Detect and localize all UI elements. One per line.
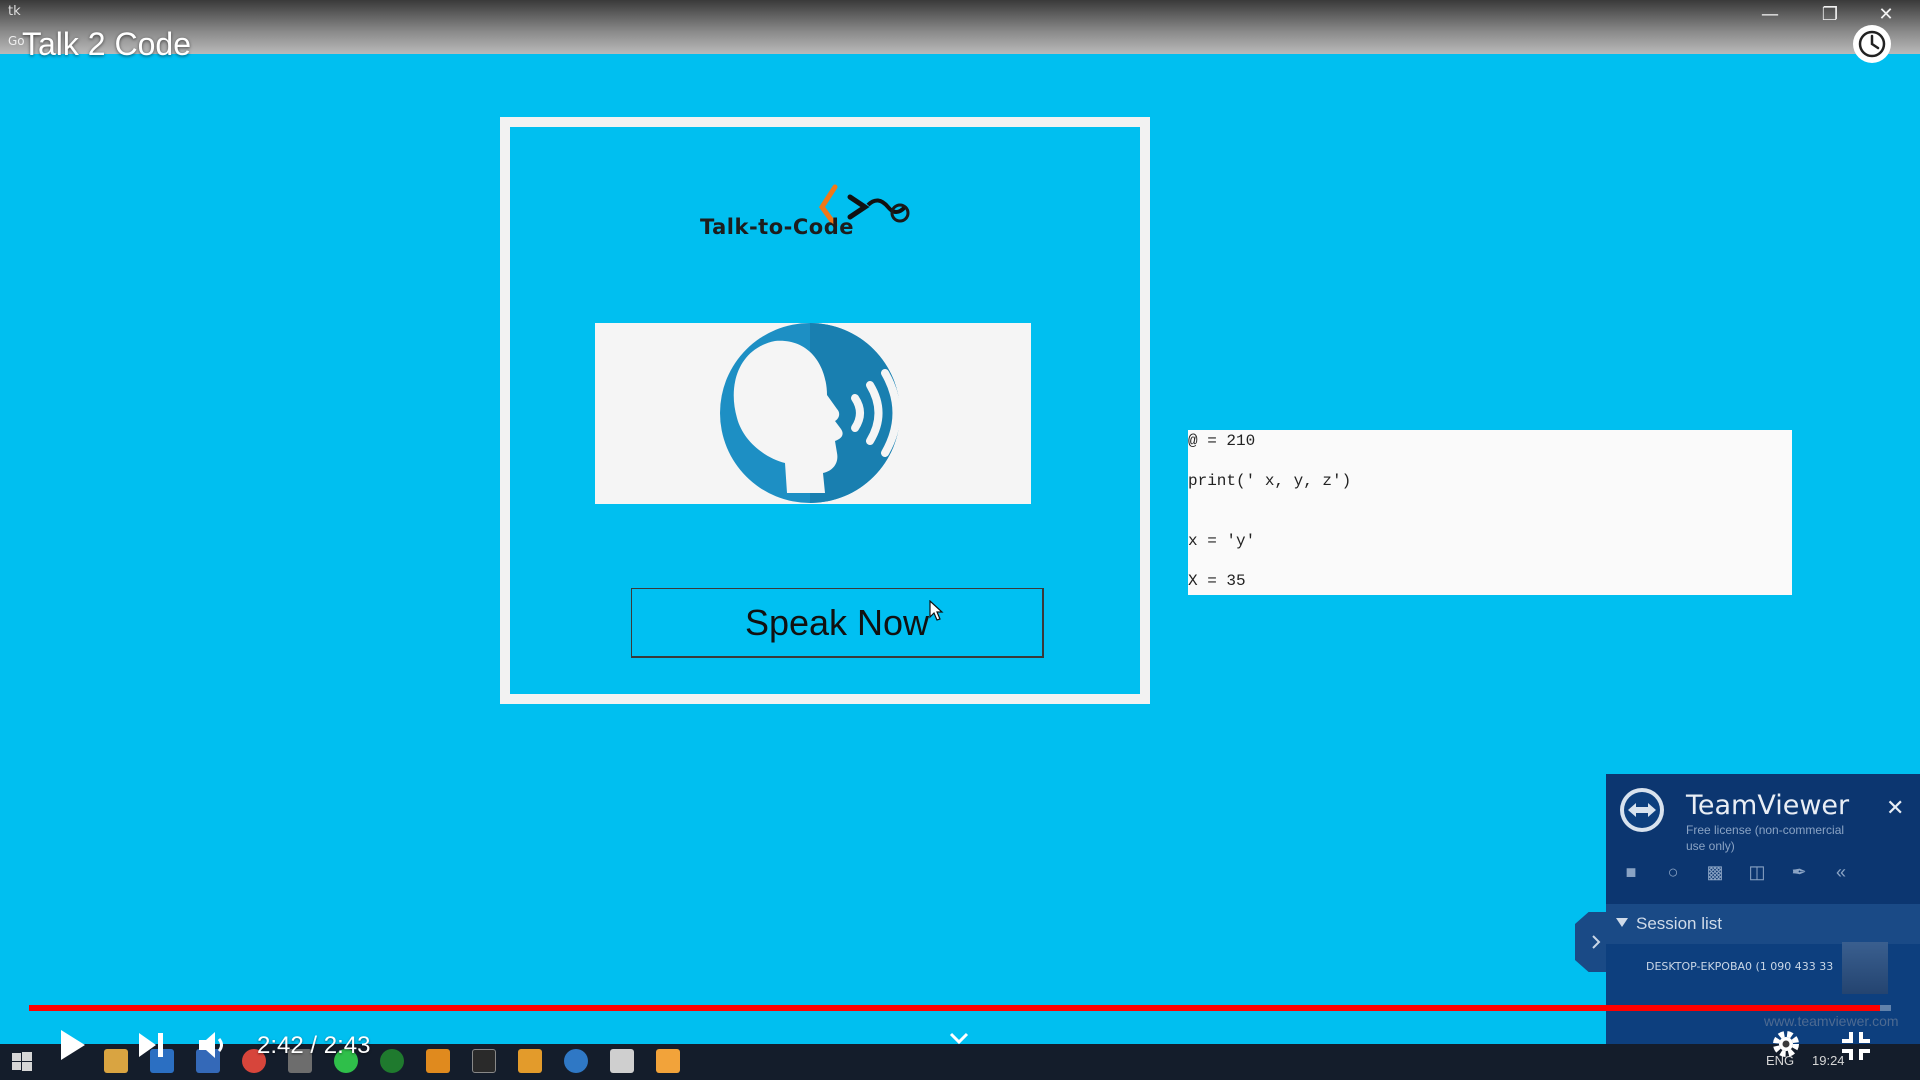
session-list-label: Session list xyxy=(1636,914,1722,933)
next-icon[interactable] xyxy=(136,1030,166,1060)
window-titlebar xyxy=(0,0,1920,54)
speak-now-button[interactable]: Speak Now xyxy=(631,588,1044,658)
mouse-cursor-icon xyxy=(929,600,944,621)
window-app-name: tk xyxy=(8,4,21,19)
app-window: Talk-to-Code Speak Now xyxy=(500,117,1150,704)
jupyter-icon[interactable] xyxy=(518,1049,542,1073)
video-camera-icon[interactable]: ■ xyxy=(1620,862,1642,882)
video-title[interactable]: Talk 2 Code xyxy=(22,26,191,63)
restore-button[interactable]: ❐ xyxy=(1810,2,1850,28)
expand-triangle-icon xyxy=(1616,918,1628,927)
file-explorer-icon[interactable] xyxy=(104,1049,128,1073)
code-line: print(' x, y, z') xyxy=(1188,472,1352,490)
code-line: x = 'y' xyxy=(1188,532,1256,550)
teamviewer-close-button[interactable]: ✕ xyxy=(1886,796,1904,821)
chat-icon[interactable]: ▩ xyxy=(1704,862,1726,882)
notepad-icon[interactable] xyxy=(610,1049,634,1073)
code-line: @ = 210 xyxy=(1188,432,1256,450)
file-transfer-icon[interactable]: ◫ xyxy=(1746,862,1768,882)
teamviewer-logo-icon xyxy=(1620,788,1664,832)
headset-icon[interactable]: ○ xyxy=(1662,862,1684,882)
clock-icon xyxy=(1858,30,1886,58)
collapse-icon[interactable]: « xyxy=(1830,862,1852,882)
video-progress-bar[interactable] xyxy=(29,1005,1891,1011)
pen-icon[interactable]: ✒ xyxy=(1788,862,1810,882)
terminal-icon[interactable] xyxy=(472,1049,496,1073)
teamviewer-header: TeamViewer Free license (non-commercial … xyxy=(1606,774,1920,904)
session-list-header[interactable]: Session list xyxy=(1606,904,1920,944)
teamviewer-taskbar-icon[interactable] xyxy=(564,1049,588,1073)
volume-icon[interactable] xyxy=(196,1029,228,1061)
talk-to-code-logo: Talk-to-Code xyxy=(700,177,940,247)
teamviewer-collapse-tab[interactable] xyxy=(1575,912,1609,972)
tk-app-taskbar-icon[interactable] xyxy=(656,1049,680,1073)
chevron-down-icon[interactable] xyxy=(948,1030,970,1046)
logo-text: Talk-to-Code xyxy=(700,215,854,239)
watch-later-button[interactable] xyxy=(1853,25,1891,63)
play-icon[interactable] xyxy=(58,1028,88,1062)
speaking-head-icon xyxy=(720,323,901,503)
teamviewer-license-note: Free license (non-commercial use only) xyxy=(1686,823,1845,853)
chevron-right-icon xyxy=(1592,935,1601,949)
session-device-entry[interactable]: DESKTOP-EKPOBA0 (1 090 433 33 xyxy=(1646,960,1846,973)
time-display: 2:42 / 2:43 xyxy=(257,1032,371,1059)
code-output-box: @ = 210 print(' x, y, z') x = 'y' X = 35 xyxy=(1188,430,1792,595)
voice-image-panel xyxy=(595,323,1031,504)
teamviewer-watermark: www.teamviewer.com xyxy=(1764,1013,1899,1029)
sublime-icon[interactable] xyxy=(426,1049,450,1073)
windows-start-icon[interactable] xyxy=(10,1049,34,1073)
webcam-avatar xyxy=(1842,942,1888,994)
teamviewer-title: TeamViewer xyxy=(1686,790,1850,821)
video-progress-fill xyxy=(29,1005,1880,1011)
minimize-button[interactable]: — xyxy=(1750,2,1790,28)
exit-fullscreen-icon[interactable] xyxy=(1840,1030,1872,1062)
gear-icon[interactable] xyxy=(1770,1028,1802,1060)
app-ring-icon[interactable] xyxy=(380,1049,404,1073)
teamviewer-panel: TeamViewer Free license (non-commercial … xyxy=(1606,774,1920,1044)
teamviewer-toolbar: ■ ○ ▩ ◫ ✒ « xyxy=(1620,862,1852,882)
code-line: X = 35 xyxy=(1188,572,1246,590)
